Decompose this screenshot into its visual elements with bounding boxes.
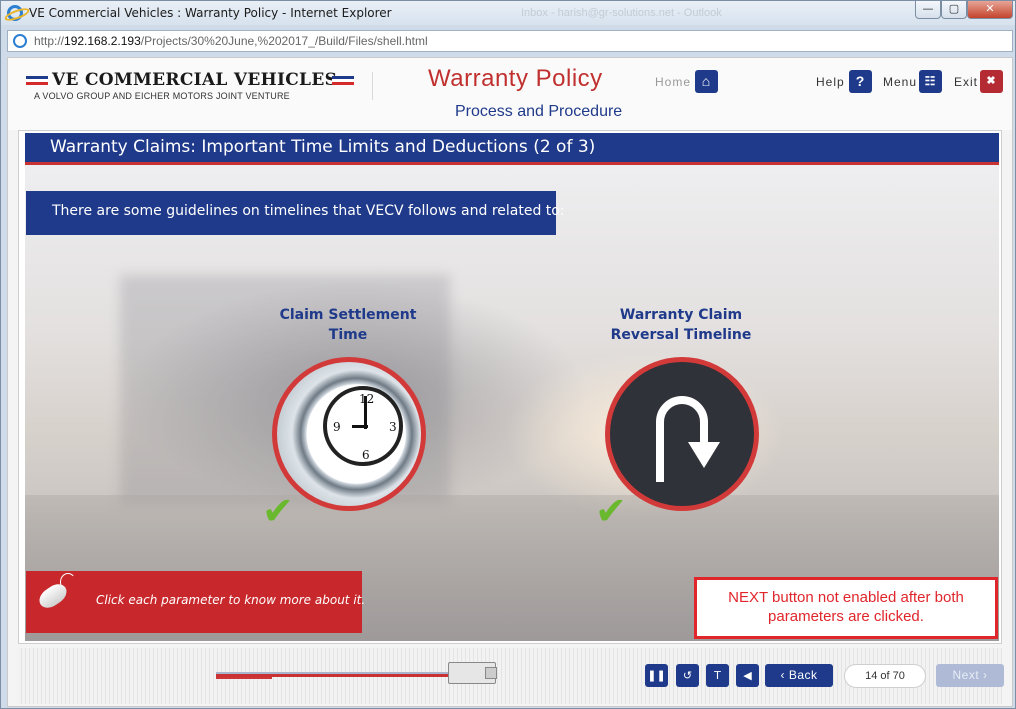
parameter-label-line1: Warranty Claim (619, 307, 743, 323)
course-header: VE COMMERCIAL VEHICLES A VOLVO GROUP AND… (8, 58, 1012, 130)
help-label: Help (816, 75, 845, 89)
maximize-button[interactable]: ▢ (941, 1, 967, 19)
clock-numeral: 6 (362, 448, 370, 462)
title-bar: VE Commercial Vehicles : Warranty Policy… (1, 1, 1015, 25)
exit-icon[interactable]: ✖ (980, 70, 1003, 93)
slide-stage: Warranty Claims: Important Time Limits a… (18, 130, 1002, 644)
background-window-title: Inbox - harish@gr-solutions.net - Outloo… (521, 7, 722, 19)
flag-icon-right (332, 76, 354, 85)
course-title: Warranty Policy (428, 65, 603, 92)
slide-background: There are some guidelines on timelines t… (25, 165, 999, 641)
clock-numeral: 3 (389, 420, 397, 434)
player-footer: ❚❚ ↺ T ◀ ‹ Back 14 of 70 Next › (18, 648, 1004, 704)
parameter-label-line1: Claim Settlement (279, 307, 417, 323)
minimize-button[interactable]: — (915, 1, 941, 19)
review-note-line2: parameters are clicked. (768, 608, 924, 625)
header-divider (372, 72, 373, 100)
audio-button[interactable]: ◀ (736, 664, 759, 687)
parameter-label-line2: Reversal Timeline (610, 327, 752, 343)
checkmark-icon: ✔ (595, 489, 627, 533)
browser-window: VE Commercial Vehicles : Warranty Policy… (0, 0, 1016, 709)
flag-icon-left (26, 76, 48, 85)
window-title: VE Commercial Vehicles : Warranty Policy… (29, 6, 392, 20)
menu-icon[interactable]: ☷ (919, 70, 942, 93)
intro-box: There are some guidelines on timelines t… (26, 191, 565, 235)
home-label: Home (655, 75, 692, 89)
review-note-box: NEXT button not enabled after both param… (694, 577, 998, 639)
page-counter: 14 of 70 (844, 664, 926, 688)
url-path: /Projects/30%20June,%202017_/Build/Files… (140, 34, 428, 48)
back-button[interactable]: ‹ Back (765, 664, 833, 687)
pause-button[interactable]: ❚❚ (645, 664, 668, 687)
address-bar[interactable]: http://192.168.2.193/Projects/30%20June,… (7, 30, 1013, 52)
slide-title: Warranty Claims: Important Time Limits a… (50, 137, 596, 157)
exit-label: Exit (954, 75, 979, 89)
checkmark-icon: ✔ (262, 489, 294, 533)
help-icon[interactable]: ? (849, 70, 872, 93)
slide-title-bar: Warranty Claims: Important Time Limits a… (25, 133, 999, 165)
brand-subtitle: A VOLVO GROUP AND EICHER MOTORS JOINT VE… (34, 91, 290, 101)
clock-face: 12 3 6 9 (323, 386, 403, 466)
truck-progress-icon[interactable] (448, 662, 497, 684)
review-note-line1: NEXT button not enabled after both (728, 589, 964, 606)
internet-explorer-icon (7, 5, 23, 21)
clock-icon[interactable]: 12 3 6 9 (272, 357, 426, 511)
clock-numeral: 9 (333, 420, 341, 434)
parameter-label: Warranty Claim Reversal Timeline (591, 305, 771, 345)
u-turn-icon[interactable] (605, 357, 759, 511)
home-icon[interactable]: ⌂ (695, 70, 718, 93)
intro-text: There are some guidelines on timelines t… (52, 203, 565, 219)
course-player: VE COMMERCIAL VEHICLES A VOLVO GROUP AND… (7, 57, 1013, 707)
instruction-box: Click each parameter to know more about … (26, 571, 366, 633)
close-window-button[interactable]: ✕ (967, 1, 1013, 19)
menu-label: Menu (883, 75, 918, 89)
clock-hour-hand (352, 425, 368, 428)
u-turn-arrow (656, 396, 720, 482)
brand-name: VE COMMERCIAL VEHICLES (52, 70, 338, 90)
page-icon (13, 34, 27, 48)
transcript-button[interactable]: T (706, 664, 729, 687)
parameter-label: Claim Settlement Time (258, 305, 438, 345)
address-text[interactable]: http://192.168.2.193/Projects/30%20June,… (34, 34, 428, 48)
next-button[interactable]: Next › (936, 664, 1004, 687)
brand-logo: VE COMMERCIAL VEHICLES A VOLVO GROUP AND… (26, 70, 356, 110)
url-host: 192.168.2.193 (64, 34, 141, 48)
parameter-label-line2: Time (328, 327, 368, 343)
instruction-text: Click each parameter to know more about … (96, 593, 366, 607)
course-subtitle: Process and Procedure (455, 103, 623, 120)
replay-button[interactable]: ↺ (676, 664, 699, 687)
progress-accent (216, 674, 456, 677)
url-prefix: http:// (34, 34, 65, 48)
